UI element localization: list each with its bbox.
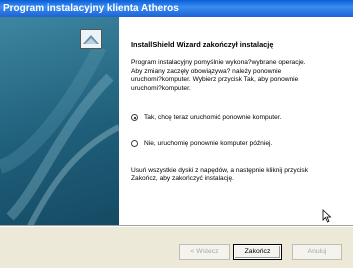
finish-button[interactable]: Zakończ <box>233 244 282 260</box>
radio-button[interactable] <box>131 140 138 147</box>
restart-now-label: Tak, chcę teraz uruchomić ponownie kompu… <box>144 114 282 121</box>
installer-window: Program instalacyjny klienta Atheros Ins… <box>0 0 353 268</box>
installshield-logo-icon <box>80 29 102 49</box>
restart-now-option[interactable]: Tak, chcę teraz uruchomić ponownie kompu… <box>131 114 281 121</box>
radio-button-selected[interactable] <box>131 114 138 121</box>
wizard-heading: InstallShield Wizard zakończył instalacj… <box>131 40 274 49</box>
back-button[interactable]: < Wstecz <box>179 244 230 260</box>
window-title: Program instalacyjny klienta Atheros <box>3 3 179 14</box>
cancel-button[interactable]: Anuluj <box>292 244 342 260</box>
restart-later-label: Nie, uruchomię ponownie komputer później… <box>144 140 273 147</box>
title-bar[interactable]: Program instalacyjny klienta Atheros <box>0 0 353 17</box>
restart-later-option[interactable]: Nie, uruchomię ponownie komputer później… <box>131 140 272 147</box>
button-bar: < Wstecz Zakończ Anuluj <box>0 226 353 268</box>
wizard-footer-text: Usuń wszystkie dyski z napędów, a następ… <box>131 167 309 183</box>
wizard-message: Program instalacyjny pomyślnie wykona?wy… <box>131 59 306 92</box>
